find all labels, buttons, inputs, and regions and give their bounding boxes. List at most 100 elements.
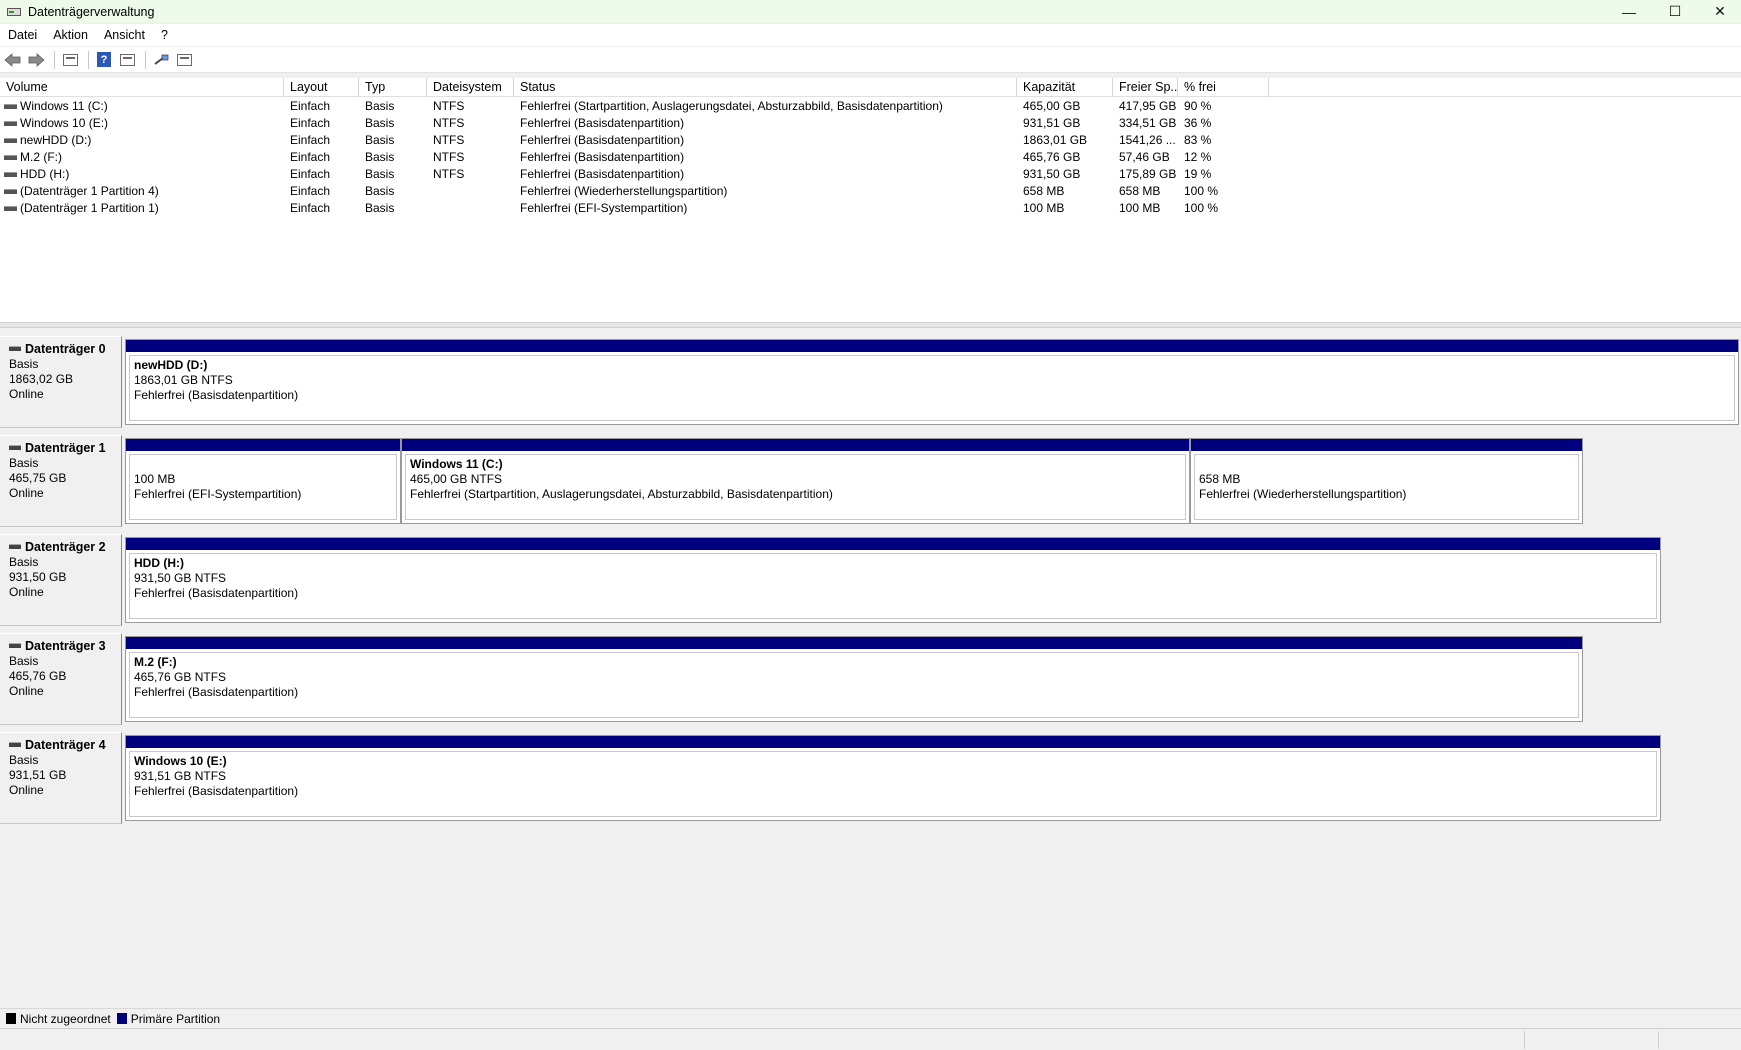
menu-help[interactable]: ? — [155, 28, 174, 42]
list-view-icon[interactable] — [174, 50, 194, 70]
disk-name-label: Datenträger 0 — [25, 342, 106, 356]
disk-row: Datenträger 3 Basis 465,76 GB Online M.2 (F:… — [0, 633, 1741, 725]
window-title: Datenträgerverwaltung — [28, 4, 155, 19]
pane-splitter[interactable] — [0, 322, 1741, 328]
menu-ansicht[interactable]: Ansicht — [98, 28, 151, 42]
volume-row[interactable]: newHDD (D:) Einfach Basis NTFS Fehlerfrei (B… — [0, 132, 1741, 149]
column-header-typ[interactable]: Typ — [359, 78, 427, 97]
properties-icon[interactable] — [117, 50, 137, 70]
volume-row[interactable]: (Datenträger 1 Partition 4) Einfach Basis F… — [0, 183, 1741, 200]
volume-name: Windows 11 (C:) — [20, 99, 108, 113]
partition-type-bar — [126, 538, 1660, 550]
disk-state: Online — [9, 783, 44, 797]
cell-dateisystem: NTFS — [433, 133, 465, 147]
volume-name: (Datenträger 1 Partition 1) — [20, 201, 159, 215]
partition-status: Fehlerfrei (Basisdatenpartition) — [134, 388, 299, 402]
partition-status: Fehlerfrei (Basisdatenpartition) — [134, 586, 299, 600]
partition-size: 931,50 GB NTFS — [134, 571, 227, 585]
legend-swatch-unallocated — [6, 1013, 16, 1024]
disk-size: 931,51 GB — [9, 768, 67, 782]
partition-block[interactable]: HDD (H:) 931,50 GB NTFS Fehlerfrei (Basisd… — [125, 537, 1661, 623]
cell-layout: Einfach — [290, 116, 331, 130]
disk-info[interactable]: Datenträger 2 Basis 931,50 GB Online — [0, 534, 122, 626]
cell-dateisystem: NTFS — [433, 99, 465, 113]
disk-info[interactable]: Datenträger 3 Basis 465,76 GB Online — [0, 633, 122, 725]
maximize-button[interactable]: ☐ — [1652, 0, 1698, 23]
volume-drive-icon — [4, 121, 17, 126]
forward-arrow-icon[interactable] — [26, 50, 46, 70]
cell-kapazitaet: 465,00 GB — [1023, 99, 1081, 113]
disk-name-label: Datenträger 2 — [25, 540, 106, 554]
volume-row[interactable]: (Datenträger 1 Partition 1) Einfach Basis F… — [0, 200, 1741, 217]
disk-info[interactable]: Datenträger 0 Basis 1863,02 GB Online — [0, 336, 122, 428]
cell-freier-speicher: 658 MB — [1119, 184, 1161, 198]
back-arrow-icon[interactable] — [3, 50, 23, 70]
cell-status: Fehlerfrei (Wiederherstellungspartition) — [520, 184, 728, 198]
partition-body: newHDD (D:) 1863,01 GB NTFS Fehlerfrei (Ba… — [129, 355, 1735, 421]
minimize-button[interactable]: — — [1606, 0, 1652, 23]
cell-volume: (Datenträger 1 Partition 1) — [0, 200, 284, 217]
column-header-layout[interactable]: Layout — [284, 78, 359, 97]
disk-state: Online — [9, 684, 44, 698]
cell-kapazitaet: 100 MB — [1023, 201, 1065, 215]
disk-info[interactable]: Datenträger 1 Basis 465,75 GB Online — [0, 435, 122, 527]
column-header-status[interactable]: Status — [514, 78, 1017, 97]
partition-type-bar — [126, 736, 1660, 748]
partition-block[interactable]: newHDD (D:) 1863,01 GB NTFS Fehlerfrei (Ba… — [125, 339, 1739, 425]
disk-row: Datenträger 1 Basis 465,75 GB Online 100 MB F… — [0, 435, 1741, 527]
menu-datei[interactable]: Datei — [2, 28, 43, 42]
cell-prozent-frei: 100 % — [1184, 184, 1219, 198]
cell-prozent-frei: 83 % — [1184, 133, 1212, 147]
disk-drive-icon — [9, 643, 21, 648]
partition-block[interactable]: Windows 10 (E:) 931,51 GB NTFS Fehlerfrei … — [125, 735, 1661, 821]
column-header-kapazitaet[interactable]: Kapazität — [1017, 78, 1113, 97]
cell-volume: HDD (H:) — [0, 166, 284, 183]
cell-typ: Basis — [365, 184, 395, 198]
volume-name: M.2 (F:) — [20, 150, 62, 164]
disk-drive-icon — [9, 742, 21, 747]
cell-layout: Einfach — [290, 167, 331, 181]
disk-type: Basis — [9, 753, 39, 767]
partition-title — [134, 457, 396, 472]
close-button[interactable]: ✕ — [1697, 0, 1741, 23]
volume-row[interactable]: HDD (H:) Einfach Basis NTFS Fehlerfrei (Basi… — [0, 166, 1741, 183]
volume-row[interactable]: Windows 11 (C:) Einfach Basis NTFS Fehlerfre… — [0, 98, 1741, 115]
column-header-dateisystem[interactable]: Dateisystem — [427, 78, 514, 97]
menu-aktion[interactable]: Aktion — [47, 28, 94, 42]
disk-size: 465,75 GB — [9, 471, 67, 485]
partition-block[interactable]: 100 MB Fehlerfrei (EFI-Systempartition) — [125, 438, 401, 524]
partition-size: 465,00 GB NTFS — [410, 472, 503, 486]
volume-name: Windows 10 (E:) — [20, 116, 109, 130]
volume-row[interactable]: Windows 10 (E:) Einfach Basis NTFS Fehlerfre… — [0, 115, 1741, 132]
cell-dateisystem: NTFS — [433, 150, 465, 164]
cell-freier-speicher: 334,51 GB — [1119, 116, 1177, 130]
partition-block[interactable]: 658 MB Fehlerfrei (Wiederherstellungspart… — [1190, 438, 1583, 524]
disk-drive-icon — [9, 445, 21, 450]
column-header-volume[interactable]: Volume — [0, 78, 284, 97]
column-header-freier-speicher[interactable]: Freier Sp... — [1113, 78, 1178, 97]
partition-status: Fehlerfrei (EFI-Systempartition) — [134, 487, 302, 501]
cell-freier-speicher: 1541,26 ... — [1119, 133, 1176, 147]
disk-size: 465,76 GB — [9, 669, 67, 683]
partition-block[interactable]: M.2 (F:) 465,76 GB NTFS Fehlerfrei (Basisd… — [125, 636, 1583, 722]
partition-block[interactable]: Windows 11 (C:) 465,00 GB NTFS Fehlerfrei … — [401, 438, 1190, 524]
help-icon[interactable]: ? — [94, 50, 114, 70]
console-tree-icon[interactable] — [60, 50, 80, 70]
partition-size: 465,76 GB NTFS — [134, 670, 227, 684]
partition-status: Fehlerfrei (Basisdatenpartition) — [134, 784, 299, 798]
cell-status: Fehlerfrei (Basisdatenpartition) — [520, 150, 685, 164]
column-header-prozent-frei[interactable]: % frei — [1178, 78, 1269, 97]
legend-label-primary-partition: Primäre Partition — [130, 1011, 221, 1026]
partition-title: Windows 10 (E:) — [134, 754, 227, 768]
volume-drive-icon — [4, 104, 17, 109]
status-bar-segment — [1658, 1031, 1741, 1049]
volume-row[interactable]: M.2 (F:) Einfach Basis NTFS Fehlerfrei (Basi… — [0, 149, 1741, 166]
disk-info[interactable]: Datenträger 4 Basis 931,51 GB Online — [0, 732, 122, 824]
cell-freier-speicher: 417,95 GB — [1119, 99, 1177, 113]
disk-name-label: Datenträger 4 — [25, 738, 106, 752]
cell-prozent-frei: 100 % — [1184, 201, 1219, 215]
cell-prozent-frei: 90 % — [1184, 99, 1212, 113]
partition-title: Windows 11 (C:) — [410, 457, 503, 471]
disk-type: Basis — [9, 654, 39, 668]
connect-icon[interactable] — [151, 50, 171, 70]
